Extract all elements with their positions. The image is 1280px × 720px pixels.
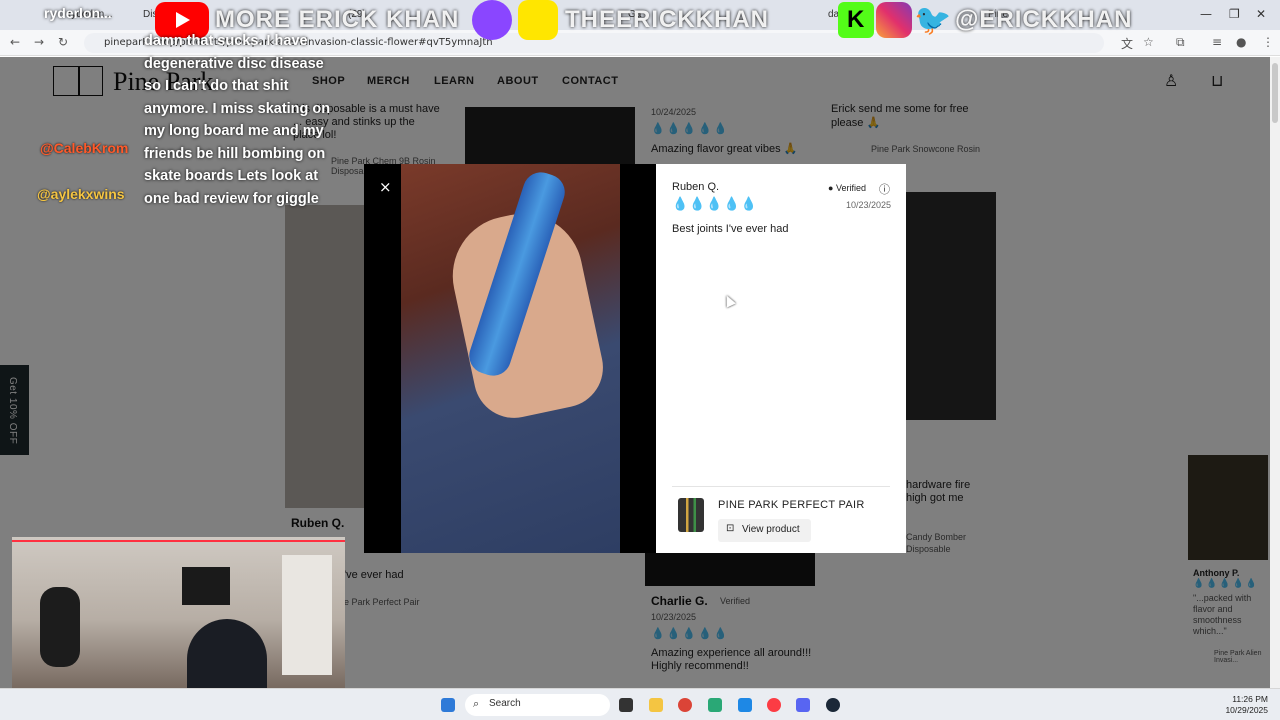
view-product-button[interactable]: ⊡ View product [718, 519, 811, 542]
search-icon: ⌕ [473, 697, 480, 710]
verified-badge: ● Verified [828, 183, 866, 193]
task-view-icon[interactable] [619, 698, 633, 712]
product-thumbnail[interactable] [678, 498, 704, 532]
tv-image [182, 567, 230, 605]
snapchat-icon [518, 0, 558, 40]
start-icon[interactable] [441, 698, 455, 712]
taskbar-search[interactable]: ⌕ Search [465, 694, 610, 716]
review-stars: 💧💧💧💧💧 [672, 197, 758, 212]
clock[interactable]: 11:26 PM 10/29/2025 [1224, 694, 1268, 716]
app-icon[interactable] [708, 698, 722, 712]
microphone-image [40, 587, 80, 667]
bag-icon: ⊡ [726, 523, 735, 534]
review-modal: × Ruben Q. ● Verified ⓘ 💧💧💧💧💧 10/23/2025… [364, 164, 906, 553]
product-name[interactable]: PINE PARK PERFECT PAIR [718, 499, 865, 511]
verified-label: Verified [835, 183, 866, 193]
divider [672, 486, 890, 487]
chat-username: @CalebKrom [40, 140, 129, 156]
info-icon[interactable]: ⓘ [879, 181, 890, 197]
close-icon[interactable]: × [379, 178, 392, 196]
steam-icon[interactable] [826, 698, 840, 712]
file-explorer-icon[interactable] [649, 698, 663, 712]
mail-icon[interactable] [738, 698, 752, 712]
taskbar-search-label: Search [489, 698, 521, 709]
stream-handle: ryderlon... [44, 5, 112, 21]
banner-text: @ERICKKHAN [955, 6, 1133, 33]
discord-icon[interactable] [796, 698, 810, 712]
review-photo [401, 164, 620, 553]
itunes-icon[interactable] [767, 698, 781, 712]
view-product-label: View product [742, 524, 800, 535]
instagram-icon [876, 2, 912, 38]
twitch-icon [472, 0, 512, 40]
twitter-icon: 🐦 [914, 3, 952, 38]
clock-date: 10/29/2025 [1225, 705, 1268, 715]
reviewer-name: Ruben Q. [672, 181, 720, 193]
windows-taskbar: ⌕ Search 11:26 PM 10/29/2025 [0, 688, 1280, 720]
webcam-border [12, 540, 345, 542]
chrome-icon[interactable] [678, 698, 692, 712]
review-date: 10/23/2025 [846, 200, 892, 210]
kick-icon [838, 2, 874, 38]
chat-username: @aylekxwins [37, 186, 125, 202]
review-media: × [364, 164, 656, 553]
page-scrollbar[interactable] [1270, 57, 1280, 688]
door-image [282, 555, 332, 675]
review-body: Best joints I've ever had [672, 223, 789, 235]
banner-text: THEERICKKHAN [565, 6, 769, 33]
clock-time: 11:26 PM [1232, 694, 1268, 704]
chat-message: damn that sucks. I have degenerative dis… [144, 33, 331, 207]
